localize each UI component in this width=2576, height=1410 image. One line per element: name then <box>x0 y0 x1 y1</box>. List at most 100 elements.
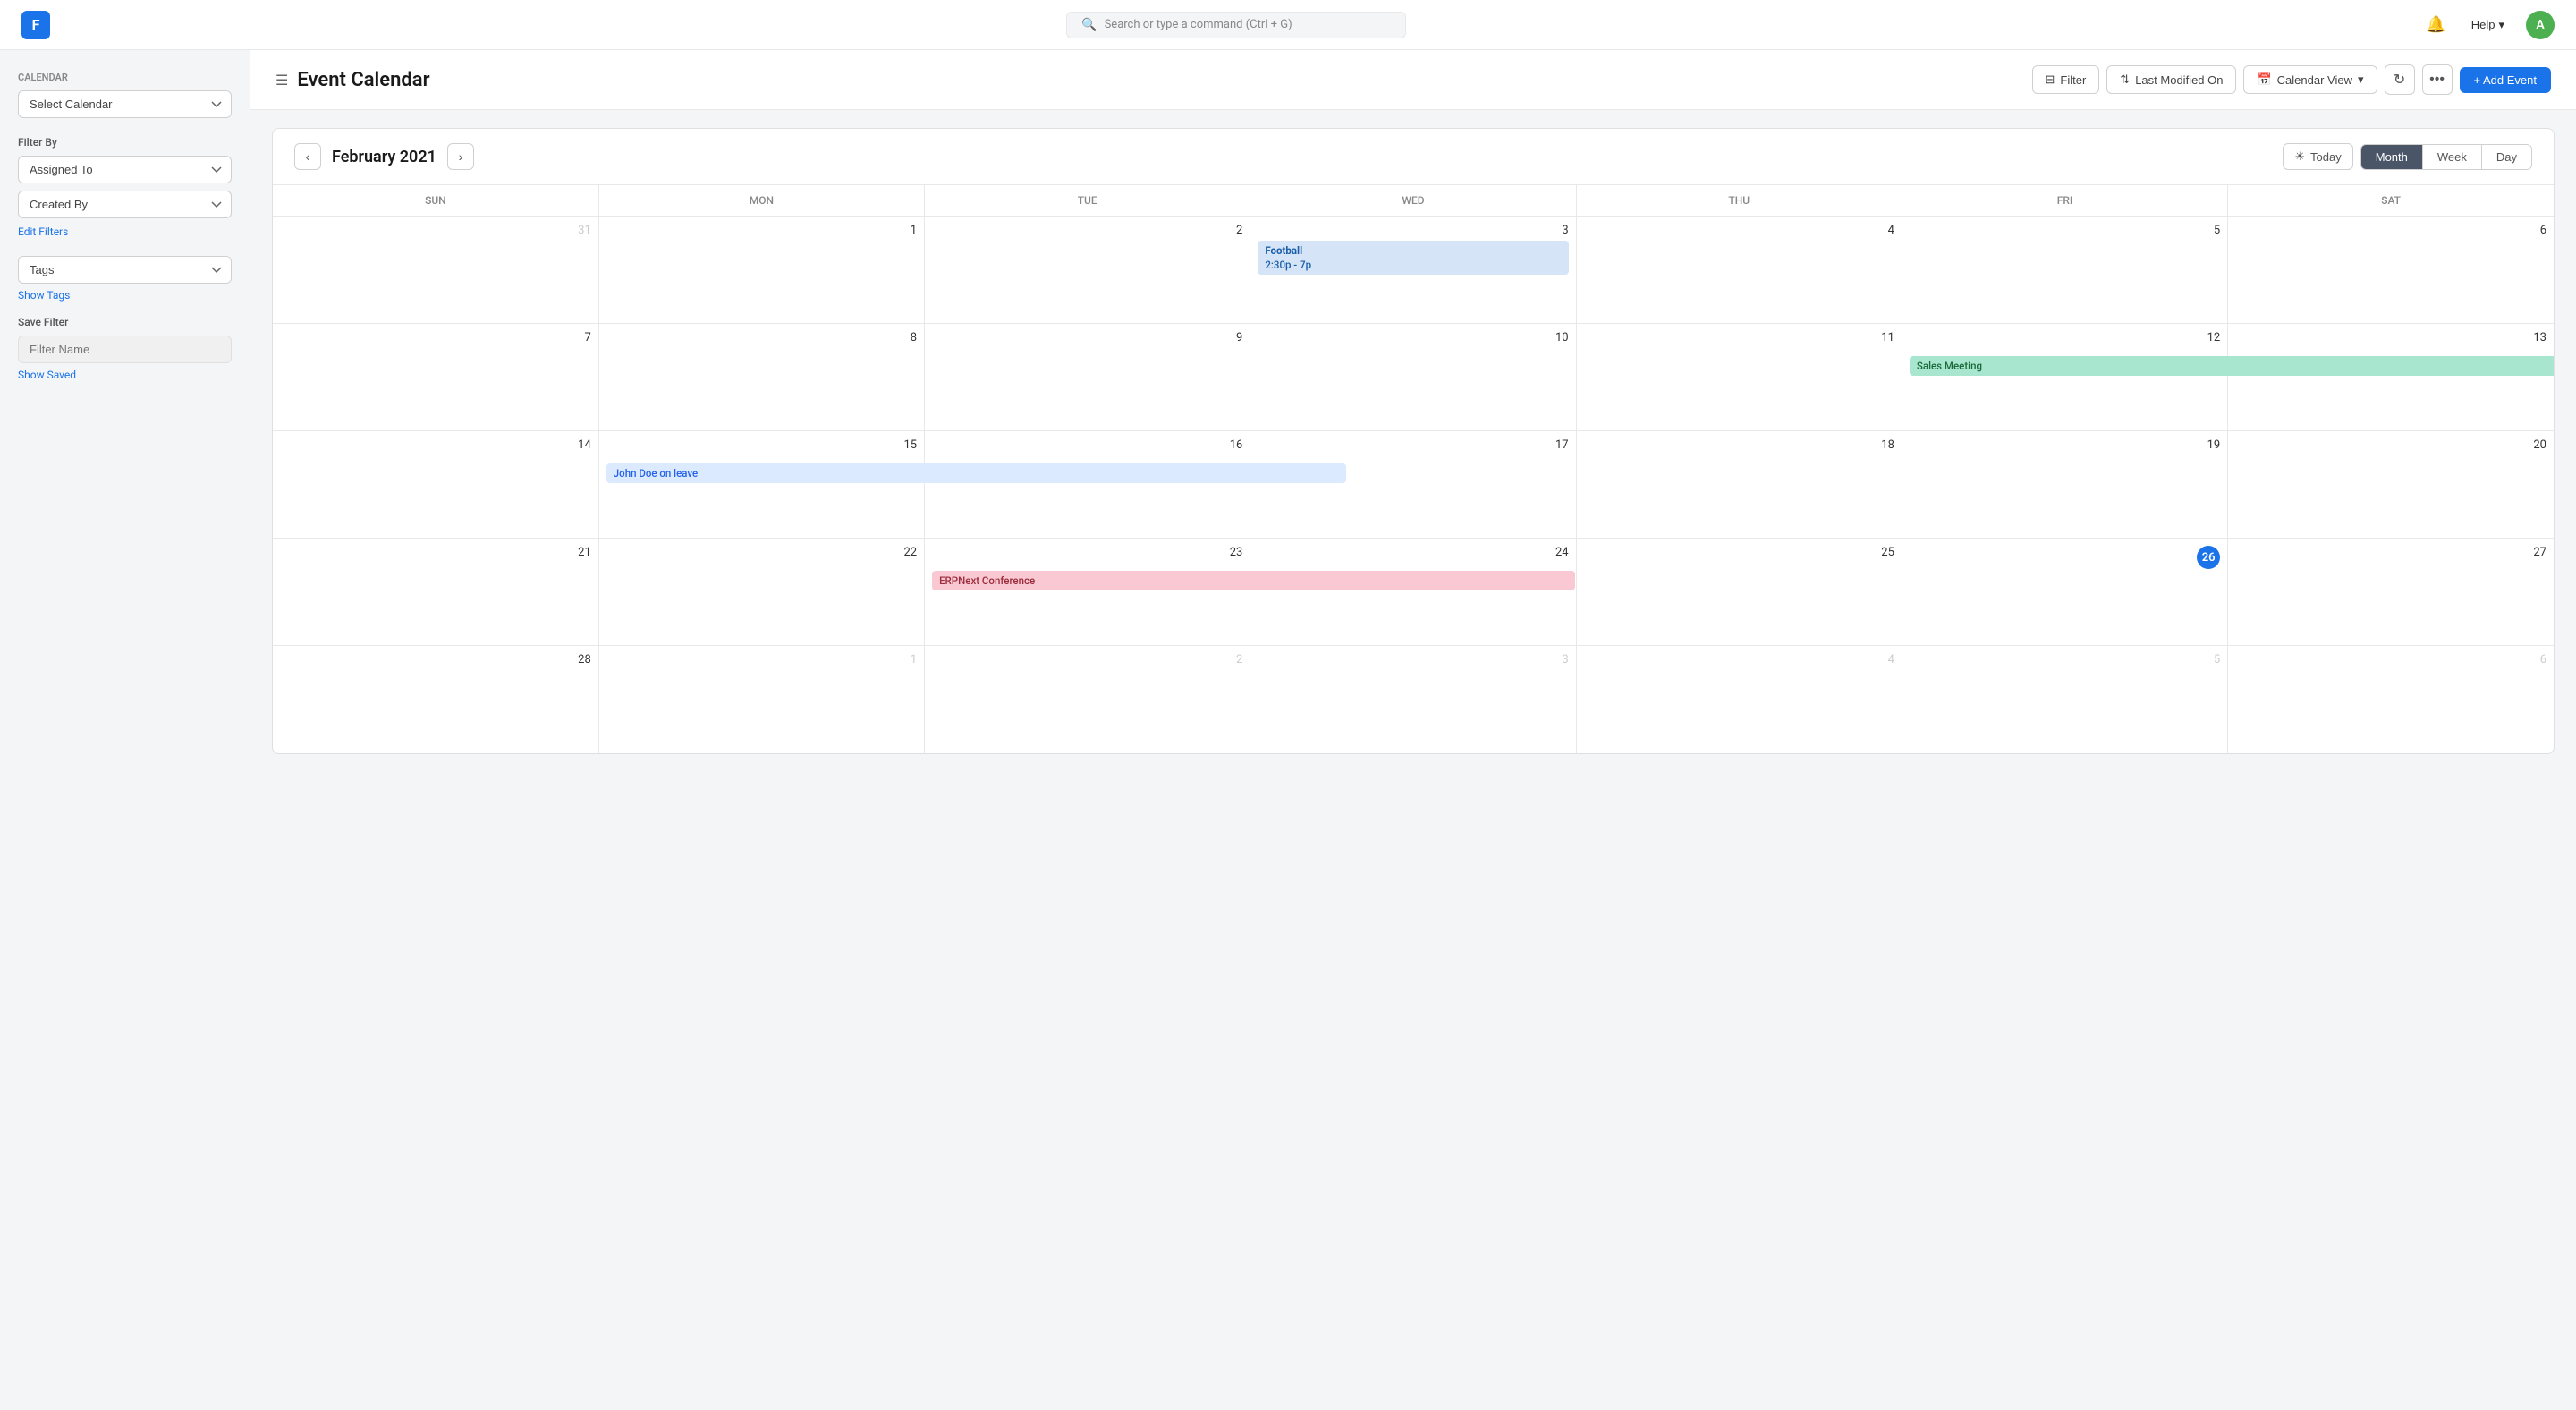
calendar-event[interactable]: John Doe on leave <box>606 463 1347 483</box>
refresh-button[interactable]: ↻ <box>2385 64 2415 95</box>
weekday-header: FRI <box>1902 185 2227 217</box>
main-content: ☰ Event Calendar ⊟ Filter ⇅ Last Modifie… <box>250 50 2576 1410</box>
filter-name-input[interactable] <box>18 336 232 363</box>
filter-icon: ⊟ <box>2046 72 2055 87</box>
day-number: 7 <box>280 331 591 344</box>
calendar-day-cell[interactable]: 12Sales Meeting <box>1902 324 2227 431</box>
next-month-button[interactable]: › <box>447 143 474 170</box>
calendar-event[interactable]: Football2:30p - 7p <box>1258 241 1568 275</box>
calendar-day-cell[interactable]: 26 <box>1902 539 2227 646</box>
page-header: ☰ Event Calendar ⊟ Filter ⇅ Last Modifie… <box>250 50 2576 110</box>
calendar-day-cell[interactable]: 27 <box>2228 539 2554 646</box>
weekday-header: THU <box>1576 185 1902 217</box>
day-number: 13 <box>2235 331 2546 344</box>
calendar-day-cell[interactable]: 4 <box>1576 217 1902 324</box>
calendar-day-cell[interactable]: 25 <box>1576 539 1902 646</box>
day-number: 17 <box>1258 438 1568 452</box>
calendar-day-cell[interactable]: 4 <box>1576 646 1902 753</box>
assigned-to-select[interactable]: Assigned To <box>18 156 232 183</box>
calendar-day-cell[interactable]: 14 <box>273 431 598 539</box>
weekday-header: SUN <box>273 185 598 217</box>
view-toggle: Month Week Day <box>2360 144 2532 170</box>
calendar-day-cell[interactable]: 10 <box>1250 324 1576 431</box>
calendar-day-cell[interactable]: 19 <box>1902 431 2227 539</box>
avatar: A <box>2526 11 2555 39</box>
day-number: 3 <box>1258 224 1568 237</box>
day-number: 28 <box>280 653 591 667</box>
more-options-button[interactable]: ••• <box>2422 64 2453 95</box>
filter-button[interactable]: ⊟ Filter <box>2032 65 2100 94</box>
calendar-day-cell[interactable]: 28 <box>273 646 598 753</box>
calendar-day-cell[interactable]: 6 <box>2228 646 2554 753</box>
calendar-day-cell[interactable]: 3 Football2:30p - 7p <box>1250 217 1576 324</box>
calendar-day-cell[interactable]: 5 <box>1902 646 2227 753</box>
weekday-header: TUE <box>925 185 1250 217</box>
search-bar[interactable]: 🔍 Search or type a command (Ctrl + G) <box>1066 12 1406 38</box>
prev-month-button[interactable]: ‹ <box>294 143 321 170</box>
calendar-view-button[interactable]: 📅 Calendar View ▾ <box>2243 65 2377 94</box>
calendar-card: ‹ February 2021 › ☀ Today Month Week Day <box>272 128 2555 754</box>
calendar-day-cell[interactable]: 1 <box>598 217 924 324</box>
calendar-day-cell[interactable]: 2 <box>925 646 1250 753</box>
calendar-day-cell[interactable]: 8 <box>598 324 924 431</box>
day-number: 19 <box>1910 438 2220 452</box>
calendar-container: ‹ February 2021 › ☀ Today Month Week Day <box>250 110 2576 1410</box>
calendar-day-cell[interactable]: 7 <box>273 324 598 431</box>
day-number: 9 <box>932 331 1242 344</box>
calendar-day-cell[interactable]: 9 <box>925 324 1250 431</box>
tags-select[interactable]: Tags <box>18 256 232 284</box>
day-number: 24 <box>1258 546 1568 559</box>
sort-button[interactable]: ⇅ Last Modified On <box>2106 65 2236 94</box>
edit-filters-link[interactable]: Edit Filters <box>18 225 232 238</box>
day-number: 2 <box>932 653 1242 667</box>
today-button[interactable]: ☀ Today <box>2283 143 2352 170</box>
notification-button[interactable]: 🔔 <box>2422 12 2449 38</box>
calendar-day-cell[interactable]: 3 <box>1250 646 1576 753</box>
show-saved-link[interactable]: Show Saved <box>18 369 232 381</box>
calendar-day-cell[interactable]: 23ERPNext Conference <box>925 539 1250 646</box>
week-view-button[interactable]: Week <box>2423 145 2482 169</box>
day-number: 27 <box>2235 546 2546 559</box>
calendar-day-cell[interactable]: 15John Doe on leave <box>598 431 924 539</box>
calendar-day-cell[interactable]: 13 <box>2228 324 2554 431</box>
day-number: 1 <box>606 224 917 237</box>
help-button[interactable]: Help ▾ <box>2464 14 2512 36</box>
calendar-day-cell[interactable]: 11 <box>1576 324 1902 431</box>
day-number: 23 <box>932 546 1242 559</box>
calendar-day-cell[interactable]: 22 <box>598 539 924 646</box>
calendar-day-cell[interactable]: 20 <box>2228 431 2554 539</box>
navbar-center: 🔍 Search or type a command (Ctrl + G) <box>50 12 2422 38</box>
calendar-day-cell[interactable]: 24 <box>1250 539 1576 646</box>
calendar-day-cell[interactable]: 18 <box>1576 431 1902 539</box>
search-icon: 🔍 <box>1081 18 1097 32</box>
day-number: 4 <box>1584 653 1894 667</box>
calendar-event[interactable]: Sales Meeting <box>1910 356 2555 376</box>
day-number: 15 <box>606 438 917 452</box>
calendar-day-cell[interactable]: 31 <box>273 217 598 324</box>
created-by-select[interactable]: Created By <box>18 191 232 218</box>
calendar-day-cell[interactable]: 17 <box>1250 431 1576 539</box>
calendar-day-cell[interactable]: 16 <box>925 431 1250 539</box>
add-event-button[interactable]: + Add Event <box>2460 67 2551 93</box>
day-number: 16 <box>932 438 1242 452</box>
day-number: 11 <box>1584 331 1894 344</box>
show-tags-link[interactable]: Show Tags <box>18 289 232 302</box>
calendar-event[interactable]: ERPNext Conference <box>932 571 1575 590</box>
calendar-week-row: 789 10 11 12Sales Meeting 13 <box>273 324 2554 431</box>
calendar-day-cell[interactable]: 1 <box>598 646 924 753</box>
calendar-day-cell[interactable]: 5 <box>1902 217 2227 324</box>
month-view-button[interactable]: Month <box>2361 145 2423 169</box>
calendar-day-cell[interactable]: 2 <box>925 217 1250 324</box>
navbar: F 🔍 Search or type a command (Ctrl + G) … <box>0 0 2576 50</box>
day-view-button[interactable]: Day <box>2482 145 2531 169</box>
day-number: 5 <box>1910 224 2220 237</box>
day-number: 5 <box>1910 653 2220 667</box>
calendar-select[interactable]: Select Calendar <box>18 90 232 118</box>
calendar-day-cell[interactable]: 6 <box>2228 217 2554 324</box>
calendar-day-cell[interactable]: 21 <box>273 539 598 646</box>
save-filter-section: Save Filter Show Saved <box>18 316 232 381</box>
day-number: 20 <box>2235 438 2546 452</box>
save-filter-label: Save Filter <box>18 316 232 328</box>
menu-icon[interactable]: ☰ <box>275 72 288 89</box>
day-number: 6 <box>2235 653 2546 667</box>
